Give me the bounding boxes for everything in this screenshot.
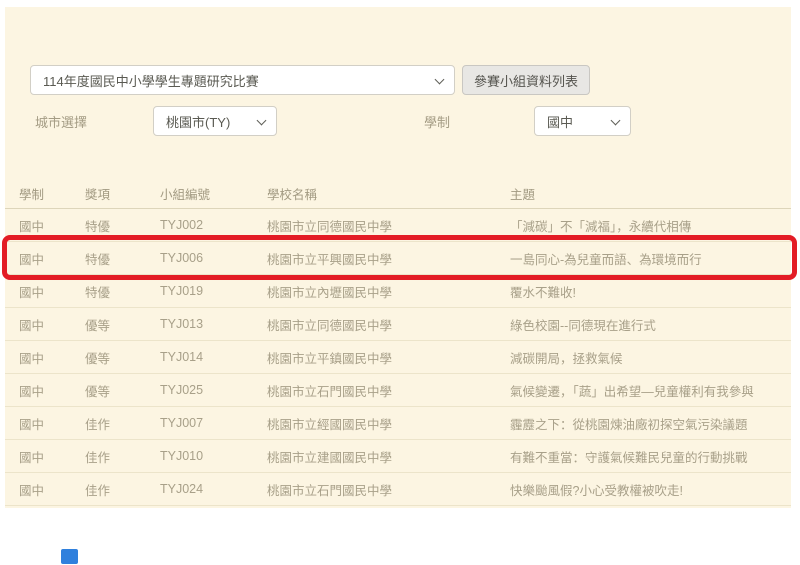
cell-school: 桃園市立平鎮國民中學 (267, 348, 510, 367)
cell-award: 特優 (85, 282, 160, 301)
cell-school: 桃園市立同德國民中學 (267, 216, 510, 235)
cell-school: 桃園市立平興國民中學 (267, 249, 510, 268)
header-award: 獎項 (85, 184, 160, 203)
chevron-down-icon (435, 75, 445, 85)
cell-award: 優等 (85, 315, 160, 334)
level-select[interactable]: 國中 (534, 106, 631, 136)
competition-select-value: 114年度國民中小學學生專題研究比賽 (43, 71, 259, 90)
group-list-button-label: 參賽小組資料列表 (474, 71, 578, 90)
cell-level: 國中 (19, 348, 85, 367)
cell-topic: 有難不重當：守護氣候難民兒童的行動挑戰 (510, 447, 791, 466)
cell-code: TYJ002 (160, 218, 267, 232)
header-level: 學制 (19, 184, 85, 203)
cell-school: 桃園市立石門國民中學 (267, 480, 510, 499)
table-row[interactable]: 國中 優等 TYJ013 桃園市立同德國民中學 綠色校園--同德現在進行式 (5, 308, 791, 341)
cell-school: 桃園市立石門國民中學 (267, 381, 510, 400)
city-select[interactable]: 桃園市(TY) (153, 106, 277, 136)
cell-code: TYJ006 (160, 251, 267, 265)
cell-award: 優等 (85, 348, 160, 367)
table-header-row: 學制 獎項 小組編號 學校名稱 主題 (5, 178, 791, 209)
table-row[interactable]: 國中 佳作 TYJ007 桃園市立經國國民中學 霾靂之下：從桃園煉油廠初探空氣污… (5, 407, 791, 440)
cell-level: 國中 (19, 282, 85, 301)
cell-code: TYJ024 (160, 482, 267, 496)
table-row[interactable]: 國中 優等 TYJ014 桃園市立平鎮國民中學 減碳開局，拯救氣候 (5, 341, 791, 374)
cell-level: 國中 (19, 480, 85, 499)
cell-code: TYJ013 (160, 317, 267, 331)
bottom-left-widget[interactable] (61, 549, 78, 564)
cell-topic: 減碳開局，拯救氣候 (510, 348, 791, 367)
level-label: 學制 (424, 112, 450, 131)
cell-topic: 霾靂之下：從桃園煉油廠初探空氣污染議題 (510, 414, 791, 433)
cell-level: 國中 (19, 447, 85, 466)
cell-school: 桃園市立經國國民中學 (267, 414, 510, 433)
table-row[interactable]: 國中 特優 TYJ019 桃園市立內壢國民中學 覆水不難收! (5, 275, 791, 308)
group-list-button[interactable]: 參賽小組資料列表 (462, 65, 590, 95)
cell-award: 特優 (85, 249, 160, 268)
cell-award: 佳作 (85, 447, 160, 466)
cell-award: 佳作 (85, 480, 160, 499)
table-row[interactable]: 國中 佳作 TYJ024 桃園市立石門國民中學 快樂颱風假?小心受教權被吹走! (5, 473, 791, 506)
content-sheet: 114年度國民中小學學生專題研究比賽 參賽小組資料列表 城市選擇 桃園市(TY)… (5, 7, 791, 508)
table-body: 國中 特優 TYJ002 桃園市立同德國民中學 「減碳」不「減福」，永續代相傳 … (5, 209, 791, 506)
chevron-down-icon (611, 116, 621, 126)
cell-award: 佳作 (85, 414, 160, 433)
header-school: 學校名稱 (267, 184, 510, 203)
cell-code: TYJ025 (160, 383, 267, 397)
chevron-down-icon (257, 116, 267, 126)
cell-award: 優等 (85, 381, 160, 400)
secondary-filter-row: 城市選擇 桃園市(TY) 學制 國中 (35, 106, 631, 136)
cell-topic: 氣候變遷，「蔬」出希望—兒童權利有我參與 (510, 381, 791, 400)
level-select-value: 國中 (547, 112, 573, 131)
table-row[interactable]: 國中 優等 TYJ025 桃園市立石門國民中學 氣候變遷，「蔬」出希望—兒童權利… (5, 374, 791, 407)
cell-level: 國中 (19, 414, 85, 433)
page: 114年度國民中小學學生專題研究比賽 參賽小組資料列表 城市選擇 桃園市(TY)… (0, 0, 800, 565)
cell-school: 桃園市立同德國民中學 (267, 315, 510, 334)
cell-topic: 一島同心-為兒童而語、為環境而行 (510, 249, 791, 268)
cell-topic: 「減碳」不「減福」，永續代相傳 (510, 216, 791, 235)
cell-level: 國中 (19, 249, 85, 268)
results-table: 學制 獎項 小組編號 學校名稱 主題 國中 特優 TYJ002 桃園市立同德國民… (5, 178, 791, 506)
cell-code: TYJ007 (160, 416, 267, 430)
table-row[interactable]: 國中 特優 TYJ006 桃園市立平興國民中學 一島同心-為兒童而語、為環境而行 (5, 242, 791, 275)
header-code: 小組編號 (160, 184, 267, 203)
header-topic: 主題 (510, 184, 791, 203)
cell-school: 桃園市立建國國民中學 (267, 447, 510, 466)
cell-code: TYJ014 (160, 350, 267, 364)
cell-level: 國中 (19, 216, 85, 235)
cell-school: 桃園市立內壢國民中學 (267, 282, 510, 301)
competition-select[interactable]: 114年度國民中小學學生專題研究比賽 (30, 65, 455, 95)
cell-topic: 快樂颱風假?小心受教權被吹走! (510, 480, 791, 499)
competition-filter-row: 114年度國民中小學學生專題研究比賽 參賽小組資料列表 (30, 65, 590, 95)
cell-topic: 綠色校園--同德現在進行式 (510, 315, 791, 334)
city-select-value: 桃園市(TY) (166, 112, 230, 131)
cell-topic: 覆水不難收! (510, 282, 791, 301)
city-label: 城市選擇 (35, 112, 87, 131)
cell-code: TYJ019 (160, 284, 267, 298)
cell-level: 國中 (19, 381, 85, 400)
cell-award: 特優 (85, 216, 160, 235)
table-row[interactable]: 國中 佳作 TYJ010 桃園市立建國國民中學 有難不重當：守護氣候難民兒童的行… (5, 440, 791, 473)
table-row[interactable]: 國中 特優 TYJ002 桃園市立同德國民中學 「減碳」不「減福」，永續代相傳 (5, 209, 791, 242)
cell-level: 國中 (19, 315, 85, 334)
cell-code: TYJ010 (160, 449, 267, 463)
